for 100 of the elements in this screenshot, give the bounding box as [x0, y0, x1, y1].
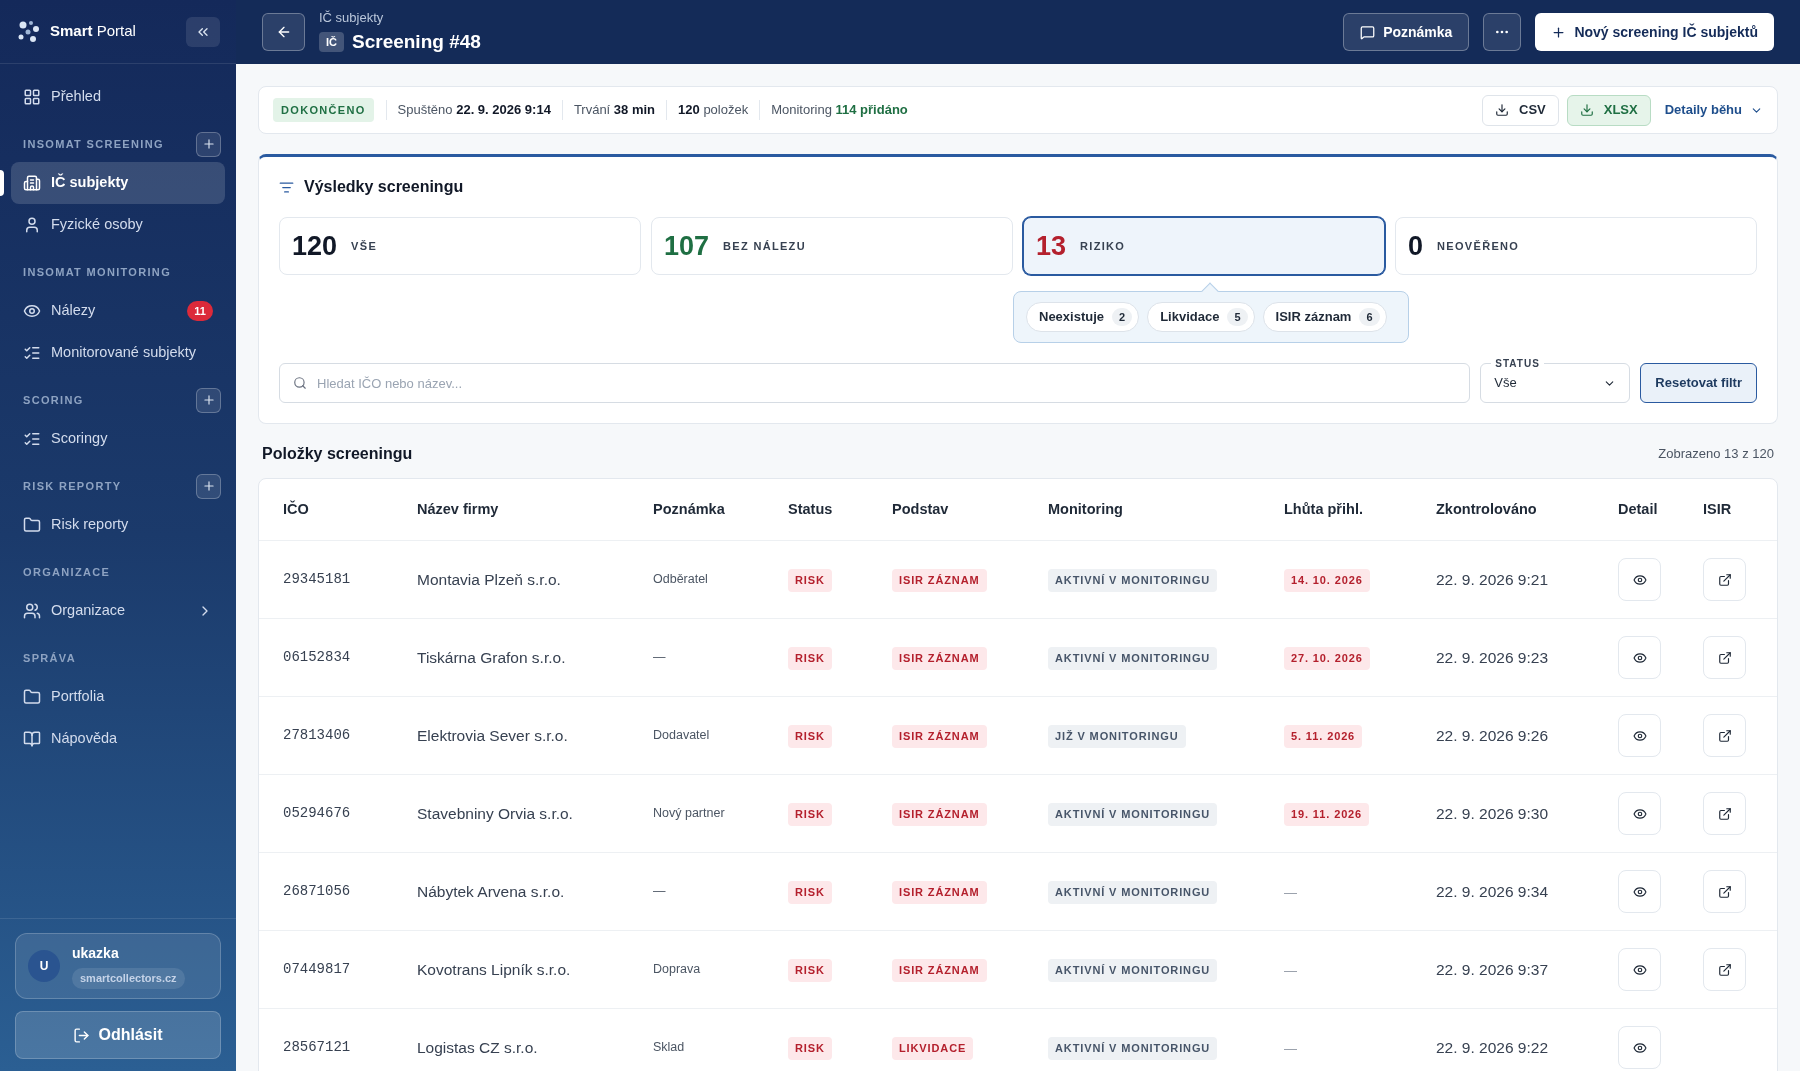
export-button[interactable]: XLSX	[1566, 94, 1651, 126]
eye-icon	[1632, 572, 1647, 587]
users-icon	[23, 602, 41, 620]
back-button[interactable]	[262, 13, 305, 51]
search-icon	[293, 376, 307, 390]
monitoring-badge: AKTIVNÍ V MONITORINGU	[1048, 1037, 1218, 1060]
section-title: Položky screeningu	[262, 444, 413, 464]
status-badge: RISK	[788, 959, 832, 982]
view-button[interactable]	[1618, 558, 1661, 601]
result-tile[interactable]: 13 RIZIKO	[1023, 217, 1385, 275]
view-button[interactable]	[1618, 636, 1661, 679]
eye-icon	[1632, 884, 1647, 899]
checked-time: 22. 9. 2026 9:30	[1436, 803, 1550, 824]
open-external-button[interactable]	[1703, 558, 1746, 601]
collapse-button[interactable]	[186, 16, 220, 47]
result-tile[interactable]: 107 BEZ NÁLEZU	[651, 217, 1013, 275]
nav-item[interactable]: Nálezy 11	[11, 290, 225, 332]
section-heading: INSOMAT MONITORING	[23, 264, 171, 280]
add-button[interactable]	[196, 387, 221, 413]
search-field[interactable]: Hledat IČO nebo název...	[279, 363, 1471, 403]
basis-badge: ISIR ZÁZNAM	[892, 959, 987, 982]
result-tile[interactable]: 120 VŠE	[279, 217, 641, 275]
add-button[interactable]	[196, 473, 221, 499]
logout-button[interactable]: Odhlásit	[15, 1011, 221, 1059]
column-header: Monitoring	[1048, 499, 1124, 519]
eye-icon	[1632, 1040, 1647, 1055]
company-name: Kovotrans Lipník s.r.o.	[417, 959, 572, 980]
new-screening-button[interactable]: Nový screening IČ subjektů	[1535, 13, 1774, 51]
checked-time: 22. 9. 2026 9:34	[1436, 881, 1550, 902]
deadline-badge: 27. 10. 2026	[1284, 647, 1370, 670]
column-header: Lhůta přihl.	[1284, 499, 1364, 519]
count-badge: 11	[187, 300, 213, 322]
view-button[interactable]	[1618, 870, 1661, 913]
checklist-icon	[23, 344, 41, 362]
status-badge: RISK	[788, 647, 832, 670]
open-external-button[interactable]	[1703, 714, 1746, 757]
nav-item[interactable]: Organizace	[11, 590, 225, 632]
basis-badge: ISIR ZÁZNAM	[892, 803, 987, 826]
company-name: Nábytek Arvena s.r.o.	[417, 881, 566, 902]
user-card[interactable]: U ukazka smartcollectors.cz	[15, 933, 221, 999]
reset-filter-button[interactable]: Resetovat filtr	[1640, 363, 1757, 403]
monitoring-badge: AKTIVNÍ V MONITORINGU	[1048, 803, 1218, 826]
status-badge: RISK	[788, 881, 832, 904]
reason-chip[interactable]: Neexistuje 2	[1026, 302, 1140, 332]
note-button[interactable]: Poznámka	[1343, 13, 1470, 51]
folder-icon	[23, 516, 41, 534]
open-external-button[interactable]	[1703, 636, 1746, 679]
filter-icon	[279, 179, 294, 195]
reason-chip[interactable]: ISIR záznam 6	[1262, 302, 1387, 332]
nav-item[interactable]: IČ subjekty	[11, 162, 225, 204]
grid-icon	[23, 88, 41, 106]
details-toggle[interactable]: Detaily běhu	[1664, 100, 1763, 120]
view-button[interactable]	[1618, 948, 1661, 991]
section-heading: SCORING	[23, 392, 84, 408]
open-external-button[interactable]	[1703, 948, 1746, 991]
checked-time: 22. 9. 2026 9:21	[1436, 569, 1550, 590]
nav-item[interactable]: Portfolia	[11, 676, 225, 718]
ico-cell-text: 07449817	[283, 960, 352, 979]
company-name: Stavebniny Orvia s.r.o.	[417, 803, 574, 824]
basis-badge: ISIR ZÁZNAM	[892, 725, 987, 748]
nav-item[interactable]: Nápověda	[11, 718, 225, 760]
view-button[interactable]	[1618, 1026, 1661, 1069]
nav-item[interactable]: Risk reporty	[11, 504, 225, 546]
user-name: ukazka	[72, 944, 120, 964]
open-external-button[interactable]	[1703, 870, 1746, 913]
panel-title: Výsledky screeningu	[304, 177, 464, 197]
section-heading: SPRÁVA	[23, 650, 76, 666]
nav-item[interactable]: Monitorované subjekty	[11, 332, 225, 374]
section-heading: RISK REPORTY	[23, 478, 122, 494]
checked-time: 22. 9. 2026 9:26	[1436, 725, 1550, 746]
company-name: Tiskárna Grafon s.r.o.	[417, 647, 567, 668]
nav-item[interactable]: Přehled	[11, 76, 225, 118]
result-tile[interactable]: 0 NEOVĚŘENO	[1395, 217, 1757, 275]
export-button[interactable]: CSV	[1482, 94, 1559, 126]
external-link-icon	[1717, 728, 1732, 743]
avatar: U	[28, 950, 60, 982]
comment-icon	[1360, 24, 1376, 40]
building-icon	[23, 174, 41, 192]
eye-icon	[1632, 806, 1647, 821]
monitoring-badge: AKTIVNÍ V MONITORINGU	[1048, 959, 1218, 982]
nav-item[interactable]: Scoringy	[11, 418, 225, 460]
more-button[interactable]	[1483, 13, 1522, 51]
ico-cell-text: 27813406	[283, 726, 352, 745]
external-link-icon	[1717, 806, 1732, 821]
open-external-button[interactable]	[1703, 792, 1746, 835]
view-button[interactable]	[1618, 792, 1661, 835]
download-icon	[1579, 103, 1594, 117]
nav-item[interactable]: Fyzické osoby	[11, 204, 225, 246]
reason-chip[interactable]: Likvidace 5	[1147, 302, 1255, 332]
basis-badge: ISIR ZÁZNAM	[892, 569, 987, 592]
deadline-badge: 14. 10. 2026	[1284, 569, 1370, 592]
checked-time: 22. 9. 2026 9:23	[1436, 647, 1550, 668]
company-name: Montavia Plzeň s.r.o.	[417, 569, 562, 590]
plus-icon	[201, 479, 216, 493]
brand-name: Smart Portal	[50, 21, 136, 42]
view-button[interactable]	[1618, 714, 1661, 757]
add-button[interactable]	[196, 131, 221, 157]
note-cell-text: Dodavatel	[653, 727, 711, 745]
breadcrumb: IČ subjekty	[319, 9, 385, 27]
run-fact: Monitoring 114 přidáno	[759, 100, 919, 120]
